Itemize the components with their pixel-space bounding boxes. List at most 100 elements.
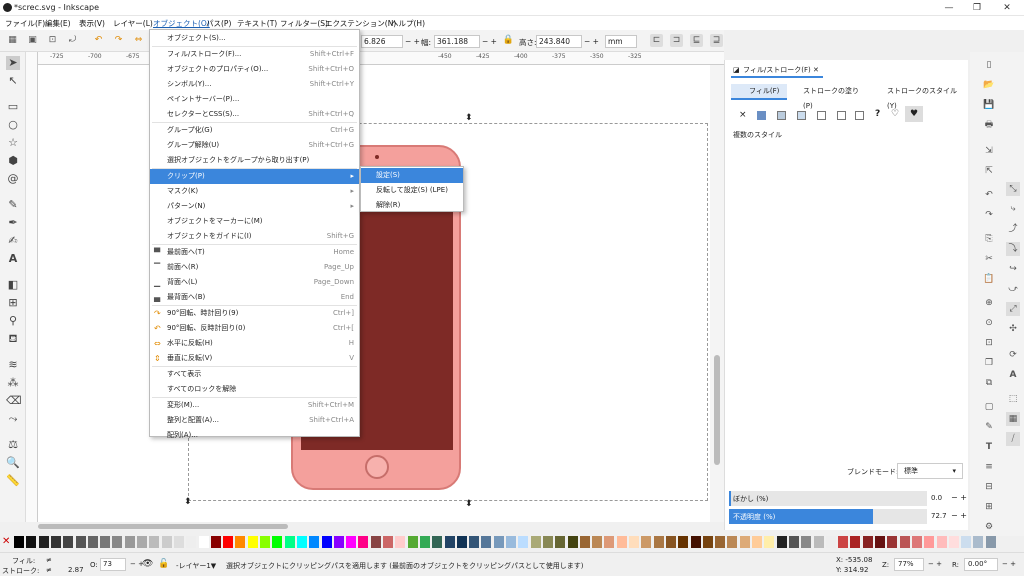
palette-swatch[interactable] xyxy=(75,536,86,548)
open-icon[interactable]: 📂 xyxy=(982,78,996,92)
swatch-icon[interactable] xyxy=(855,111,864,120)
opacity-status-field[interactable]: 73 xyxy=(100,558,126,571)
object-menu-item[interactable]: 整列と配置(A)... Shift+Ctrl+A xyxy=(150,413,359,428)
calligraphy-tool-icon[interactable]: ✍ xyxy=(6,234,20,248)
lock-icon[interactable]: 🔒 xyxy=(502,34,515,47)
unit-select[interactable]: mm xyxy=(605,35,637,48)
palette-swatch[interactable] xyxy=(50,536,61,548)
snap-path-icon[interactable]: ↪ xyxy=(1006,262,1020,276)
layer-visibility-icon[interactable]: 👁 xyxy=(142,559,153,569)
palette-swatch[interactable] xyxy=(813,536,824,548)
palette-swatch[interactable] xyxy=(247,536,258,548)
palette-swatch[interactable] xyxy=(555,536,566,548)
rotation-field[interactable]: 0.00° xyxy=(964,558,998,571)
palette-swatch[interactable] xyxy=(690,536,701,548)
palette-swatch[interactable] xyxy=(641,536,652,548)
flip-horizontal-icon[interactable]: ⇔ xyxy=(132,34,145,47)
object-menu-item[interactable]: 変形(M)... Shift+Ctrl+M xyxy=(150,398,359,413)
palette-swatch[interactable] xyxy=(825,536,836,548)
object-menu-item[interactable]: オブジェクト(S)... xyxy=(150,31,359,46)
zoom-stepper[interactable]: − + xyxy=(928,560,942,568)
print-icon[interactable]: 🖶 xyxy=(982,118,996,132)
zoom-field[interactable]: 77% xyxy=(894,558,924,571)
layers-icon[interactable]: ≡ xyxy=(982,460,996,474)
tab-close-icon[interactable]: ✕ xyxy=(813,64,819,77)
selector-tool-icon[interactable]: ➤ xyxy=(6,56,20,70)
vertical-scrollbar[interactable] xyxy=(710,65,724,522)
palette-swatch[interactable] xyxy=(592,536,603,548)
palette-swatch[interactable] xyxy=(456,536,467,548)
ellipse-tool-icon[interactable]: ○ xyxy=(6,118,20,132)
new-document-icon[interactable]: ▯ xyxy=(982,58,996,72)
palette-swatch[interactable] xyxy=(395,536,406,548)
blur-value[interactable]: 0.0 xyxy=(931,494,942,502)
palette-swatch[interactable] xyxy=(776,536,787,548)
palette-swatch[interactable] xyxy=(887,536,898,548)
palette-swatch[interactable] xyxy=(801,536,812,548)
palette-swatch[interactable] xyxy=(358,536,369,548)
zoom-page-icon[interactable]: ⊡ xyxy=(982,336,996,350)
save-icon[interactable]: 💾 xyxy=(982,98,996,112)
object-menu-item[interactable]: パターン(N) ▸ xyxy=(150,199,359,214)
select-in-all-layers-icon[interactable]: ▣ xyxy=(26,34,39,47)
palette-swatch[interactable] xyxy=(149,536,160,548)
object-menu-item[interactable]: ↷ 90°回転、時計回り(9) Ctrl+] xyxy=(150,306,359,321)
import-icon[interactable]: ⇲ xyxy=(982,144,996,158)
palette-swatch[interactable] xyxy=(752,536,762,548)
export-icon[interactable]: ⇱ xyxy=(982,164,996,178)
spiral-tool-icon[interactable]: @ xyxy=(6,172,20,186)
palette-swatch[interactable] xyxy=(87,536,98,548)
node-tool-icon[interactable]: ↖ xyxy=(6,74,20,88)
palette-swatch[interactable] xyxy=(419,536,430,548)
palette-swatch[interactable] xyxy=(444,536,455,548)
object-menu-item[interactable]: ペイントサーバー(P)... xyxy=(150,92,359,107)
snap-cusp-icon[interactable]: ⤻ xyxy=(1006,282,1020,296)
palette-swatch[interactable] xyxy=(838,536,849,548)
subtab-stroke-style[interactable]: ストロークのスタイル(Y) xyxy=(873,84,965,110)
object-menu-item[interactable]: すべて表示 xyxy=(150,367,359,382)
menu-path[interactable]: パス(P) xyxy=(206,18,231,29)
palette-swatch[interactable] xyxy=(629,536,639,548)
width-field[interactable]: 361.188 xyxy=(434,35,480,48)
measure-ruler-icon[interactable]: 📏 xyxy=(6,474,20,488)
object-menu-item[interactable]: オブジェクトをマーカーに(M) xyxy=(150,214,359,229)
object-menu-item[interactable]: グループ解除(U) Shift+Ctrl+G xyxy=(150,138,359,153)
object-menu-item[interactable]: ▔ 前面へ(R) Page_Up xyxy=(150,260,359,275)
rotate-ccw-icon[interactable]: ↶ xyxy=(92,34,105,47)
rect-tool-icon[interactable]: ▭ xyxy=(6,100,20,114)
palette-swatch[interactable] xyxy=(223,536,234,548)
palette-swatch[interactable] xyxy=(727,536,738,548)
object-menu-item[interactable]: ▀ 最前面へ(T) Home xyxy=(150,245,359,260)
height-stepper[interactable]: − + xyxy=(584,37,599,46)
palette-swatch[interactable] xyxy=(911,536,922,548)
clip-set-inverse-item[interactable]: 反転して設定(S) (LPE) xyxy=(361,183,463,198)
layer-lock-icon[interactable]: 🔓 xyxy=(158,559,169,569)
stroke-width-value[interactable]: 2.87 xyxy=(68,566,84,574)
palette-swatch[interactable] xyxy=(198,536,209,548)
scale-corners-icon[interactable]: ⊐ xyxy=(670,34,683,47)
menu-layer[interactable]: レイヤー(L) xyxy=(113,18,153,29)
object-menu-item[interactable]: セレクターとCSS(S)... Shift+Ctrl+Q xyxy=(150,107,359,122)
menu-text[interactable]: テキスト(T) xyxy=(237,18,277,29)
menu-view[interactable]: 表示(V) xyxy=(79,18,105,29)
palette-swatch[interactable] xyxy=(862,536,873,548)
move-gradients-icon[interactable]: ⊑ xyxy=(690,34,703,47)
current-layer-select[interactable]: -レイヤー1▼ xyxy=(176,561,216,571)
palette-swatch[interactable] xyxy=(542,536,553,548)
palette-swatch[interactable] xyxy=(665,536,676,548)
snap-grid-icon[interactable]: ▦ xyxy=(1006,412,1020,426)
clip-set-item[interactable]: 設定(S) xyxy=(361,168,463,183)
gradient-tool-icon[interactable]: ◧ xyxy=(6,278,20,292)
palette-swatch[interactable] xyxy=(653,536,664,548)
rotate-icon[interactable]: ⤾ xyxy=(66,34,79,47)
menu-extensions[interactable]: エクステンション(N) xyxy=(325,18,396,29)
text-font-icon[interactable]: T xyxy=(982,440,996,454)
palette-swatch[interactable] xyxy=(850,536,861,548)
snap-guide-icon[interactable]: ⧸ xyxy=(1006,432,1020,446)
menu-file[interactable]: ファイル(F) xyxy=(5,18,45,29)
height-field[interactable]: 243.840 xyxy=(536,35,582,48)
mesh-tool-icon[interactable]: ⊞ xyxy=(6,296,20,310)
palette-swatch[interactable] xyxy=(899,536,910,548)
palette-swatch[interactable] xyxy=(678,536,689,548)
opacity-stepper[interactable]: − + xyxy=(951,511,967,520)
